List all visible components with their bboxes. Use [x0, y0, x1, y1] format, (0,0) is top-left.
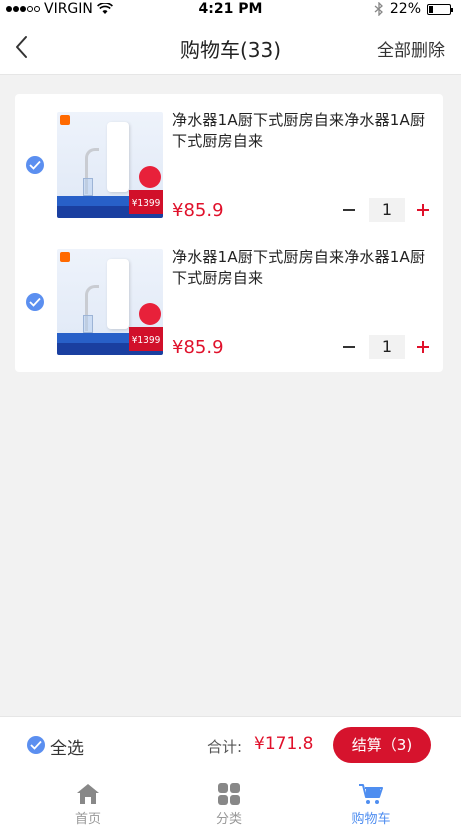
item-title[interactable]: 净水器1A厨下式厨房自来净水器1A厨下式厨房自来 [172, 247, 434, 289]
item-checkbox[interactable] [26, 293, 44, 311]
total-label: 合计: [207, 738, 243, 756]
product-image[interactable]: ¥1399 [57, 249, 163, 355]
cart-list: ¥1399 净水器1A厨下式厨房自来净水器1A厨下式厨房自来 ¥85.9 1 ¥… [15, 94, 443, 372]
tab-label: 首页 [74, 812, 101, 827]
quantity-stepper: 1 [339, 198, 433, 222]
battery-icon [427, 3, 453, 15]
product-image[interactable]: ¥1399 [57, 112, 163, 218]
cart-icon [359, 784, 383, 804]
thumb-price-tag: ¥1399 [129, 327, 163, 351]
battery-level [429, 5, 434, 13]
item-price: ¥85.9 [172, 337, 224, 358]
cart-item: ¥1399 净水器1A厨下式厨房自来净水器1A厨下式厨房自来 ¥85.9 1 [15, 110, 443, 222]
decrease-quantity-button[interactable] [339, 199, 361, 221]
cup-graphic [83, 178, 93, 196]
cart-item: ¥1399 净水器1A厨下式厨房自来净水器1A厨下式厨房自来 ¥85.9 1 [15, 247, 443, 359]
purifier-graphic [107, 122, 129, 192]
tab-label: 分类 [215, 812, 242, 827]
mi-logo-icon [60, 115, 70, 125]
battery-percent: 22% [389, 1, 421, 17]
nav-bar: 购物车(33) 全部删除 [0, 20, 461, 75]
checkout-bar: 全选 合计: ¥171.8 结算（3) [0, 716, 461, 772]
increase-quantity-button[interactable] [413, 336, 433, 358]
checkout-button[interactable]: 结算（3) [333, 727, 431, 763]
purifier-graphic [107, 259, 129, 329]
tab-home[interactable]: 首页 [11, 772, 165, 832]
mi-logo-icon [60, 252, 70, 262]
cup-graphic [83, 315, 93, 333]
select-all-checkbox[interactable] [27, 736, 45, 754]
checkmark-icon [29, 160, 41, 170]
tab-bar: 首页 分类 购物车 [0, 772, 461, 832]
select-all-label[interactable]: 全选 [50, 734, 84, 759]
thumb-price-tag: ¥1399 [129, 190, 163, 214]
bluetooth-icon [374, 2, 383, 16]
decrease-quantity-button[interactable] [339, 336, 361, 358]
tab-label: 购物车 [351, 812, 391, 827]
checkmark-icon [29, 297, 41, 307]
promo-badge [139, 166, 161, 188]
quantity-value[interactable]: 1 [369, 198, 405, 222]
category-icon [218, 783, 240, 805]
delete-all-button[interactable]: 全部删除 [377, 36, 445, 61]
checkmark-icon [30, 740, 42, 750]
total-amount: ¥171.8 [254, 734, 314, 754]
tab-cart[interactable]: 购物车 [294, 772, 448, 832]
increase-quantity-button[interactable] [413, 199, 433, 221]
item-title[interactable]: 净水器1A厨下式厨房自来净水器1A厨下式厨房自来 [172, 110, 434, 152]
quantity-value[interactable]: 1 [369, 335, 405, 359]
item-price: ¥85.9 [172, 200, 224, 221]
promo-badge [139, 303, 161, 325]
tab-category[interactable]: 分类 [152, 772, 306, 832]
item-checkbox[interactable] [26, 156, 44, 174]
status-right-group: 22% [374, 1, 453, 17]
status-bar: VIRGIN 4:21 PM 22% [0, 0, 461, 20]
home-icon [77, 784, 99, 804]
quantity-stepper: 1 [339, 335, 433, 359]
